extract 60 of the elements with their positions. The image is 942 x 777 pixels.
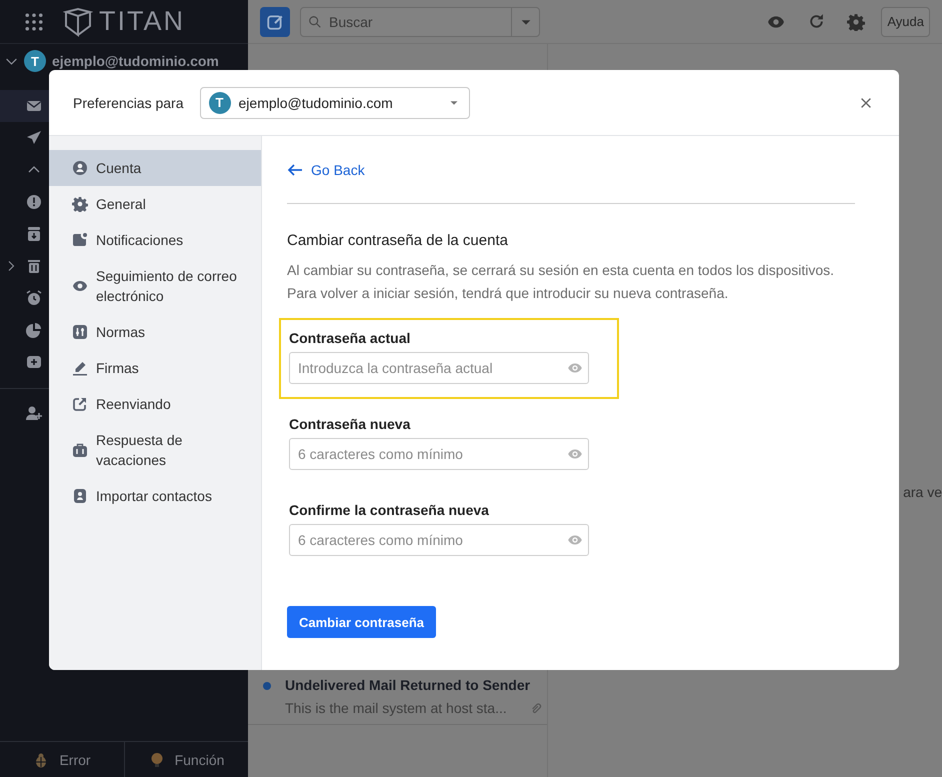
message-subject: Undelivered Mail Returned to Sender: [285, 677, 530, 693]
pen-square-icon: [266, 12, 284, 30]
password-field[interactable]: Introduzca la contraseña actual: [289, 352, 589, 384]
dialog-title: Preferencias para: [73, 94, 184, 110]
nav-item[interactable]: Firmas: [49, 350, 261, 386]
change-password-button[interactable]: Cambiar contraseña: [287, 606, 436, 638]
nav-item[interactable]: Cuenta: [49, 150, 261, 186]
contact-book-icon: [72, 488, 88, 504]
field-label: Contraseña actual: [289, 330, 412, 346]
logo-text: TITAN: [99, 6, 185, 37]
close-icon: [859, 96, 873, 110]
nav-item[interactable]: Normas: [49, 314, 261, 350]
plus-icon: [26, 354, 42, 370]
light-bulb-icon: [148, 752, 165, 768]
alert-icon: [26, 194, 42, 210]
nav-item[interactable]: General: [49, 186, 261, 222]
user-circle-icon: [72, 160, 88, 176]
apps-grid-icon: [25, 12, 43, 30]
add-user-icon: [26, 405, 42, 421]
nav-item[interactable]: Reenviando: [49, 386, 261, 422]
rules-icon: [72, 324, 88, 340]
cube-logo-icon: [63, 6, 93, 36]
arrow-left-icon: [287, 162, 303, 178]
send-icon: [26, 130, 42, 146]
notification-icon: [72, 232, 88, 248]
settings-icon: [847, 12, 866, 30]
account-email[interactable]: ejemplo@tudominio.com: [52, 53, 219, 69]
reading-pane-text: ara ve: [903, 484, 942, 502]
archive-icon: [26, 226, 42, 242]
pen-icon: [72, 360, 88, 376]
help-button[interactable]: Ayuda: [881, 6, 930, 36]
account-select[interactable]: T ejemplo@tudominio.com: [200, 86, 470, 118]
section-title: Cambiar contraseña de la cuenta: [287, 232, 508, 249]
bottom-bar-label[interactable]: Función: [174, 752, 224, 768]
mail-icon: [26, 98, 42, 114]
forward-icon: [72, 396, 88, 412]
suitcase-icon: [72, 442, 88, 458]
nav-item[interactable]: Importar contactos: [49, 478, 261, 514]
field-label: Confirme la contraseña nueva: [289, 502, 490, 518]
pie-chart-icon: [26, 322, 42, 338]
password-field[interactable]: 6 caracteres como mínimo: [289, 438, 589, 470]
go-back-link[interactable]: Go Back: [287, 162, 365, 178]
account-avatar: T: [24, 50, 46, 72]
message-preview: This is the mail system at host sta...: [285, 700, 508, 716]
snooze-icon: [26, 290, 42, 306]
field-label: Contraseña nueva: [289, 416, 412, 432]
search-icon: [308, 14, 322, 28]
nav-item[interactable]: Respuesta de vacaciones: [49, 422, 261, 478]
refresh-icon: [808, 13, 825, 30]
nav-item[interactable]: Notificaciones: [49, 222, 261, 258]
bottom-bar-label[interactable]: Error: [59, 752, 91, 768]
eye-icon: [72, 278, 88, 294]
account-avatar: T: [208, 92, 231, 114]
description-text: Al cambiar su contraseña, se cerrará su sesión en esta cuenta en todos los dispositivos. Para volver a iniciar sesión, tendrá que introducir su nueva contraseña.: [287, 261, 836, 303]
nav-item[interactable]: Seguimiento de correo electrónico: [49, 258, 261, 314]
trash-icon: [26, 258, 42, 274]
gear-icon: [72, 196, 88, 212]
search-field[interactable]: Buscar: [300, 6, 540, 36]
compose-button[interactable]: [260, 6, 290, 36]
password-field[interactable]: 6 caracteres como mínimo: [289, 524, 589, 556]
